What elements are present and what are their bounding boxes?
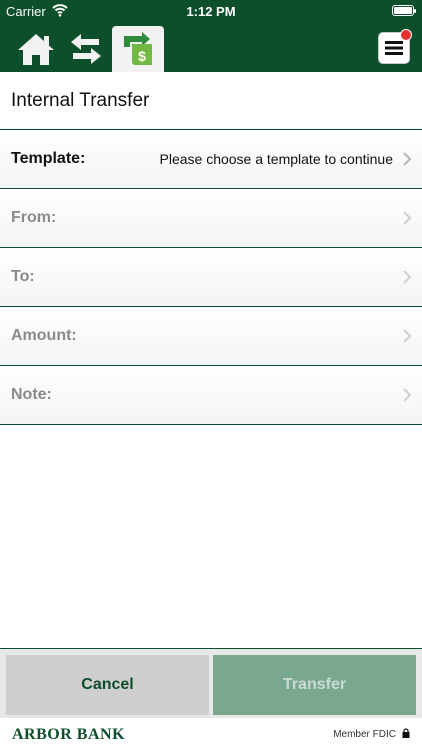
home-icon <box>18 34 54 65</box>
status-bar: Carrier 1:12 PM <box>0 0 422 22</box>
cancel-button[interactable]: Cancel <box>6 655 209 715</box>
action-bar: Cancel Transfer <box>0 648 422 718</box>
from-label: From: <box>11 209 57 226</box>
chevron-right-icon <box>403 388 412 402</box>
template-row[interactable]: Template: Please choose a template to co… <box>0 130 422 189</box>
clock: 1:12 PM <box>186 4 236 19</box>
nav-bar: $ <box>0 22 422 72</box>
lock-icon <box>402 728 410 738</box>
battery-icon <box>392 5 416 16</box>
menu-button[interactable] <box>378 29 412 64</box>
transfer-tab-button[interactable]: $ <box>112 26 164 72</box>
page-title: Internal Transfer <box>11 90 150 111</box>
amount-row[interactable]: Amount: <box>0 307 422 366</box>
amount-label: Amount: <box>11 327 77 344</box>
transfer-dollar-icon: $ <box>124 32 152 65</box>
brand-bar: ARBOR BANK Member FDIC <box>0 718 422 750</box>
template-label: Template: <box>11 150 86 167</box>
bank-logo: ARBOR BANK <box>12 726 126 743</box>
swap-button[interactable] <box>60 26 112 72</box>
transfer-button[interactable]: Transfer <box>213 655 416 715</box>
chevron-right-icon <box>403 329 412 343</box>
to-row[interactable]: To: <box>0 248 422 307</box>
notification-dot <box>400 29 412 41</box>
chevron-right-icon <box>403 270 412 284</box>
swap-arrows-icon <box>71 34 101 64</box>
chevron-right-icon <box>403 152 412 166</box>
fdic-label: Member FDIC <box>333 729 396 740</box>
hamburger-menu-icon <box>385 41 403 55</box>
home-button[interactable] <box>10 26 62 72</box>
from-row[interactable]: From: <box>0 189 422 248</box>
page-header: Internal Transfer <box>0 72 422 130</box>
note-row[interactable]: Note: <box>0 366 422 425</box>
to-label: To: <box>11 268 35 285</box>
chevron-right-icon <box>403 211 412 225</box>
svg-text:$: $ <box>138 48 146 64</box>
note-label: Note: <box>11 386 52 403</box>
template-value: Please choose a template to continue <box>159 151 394 167</box>
